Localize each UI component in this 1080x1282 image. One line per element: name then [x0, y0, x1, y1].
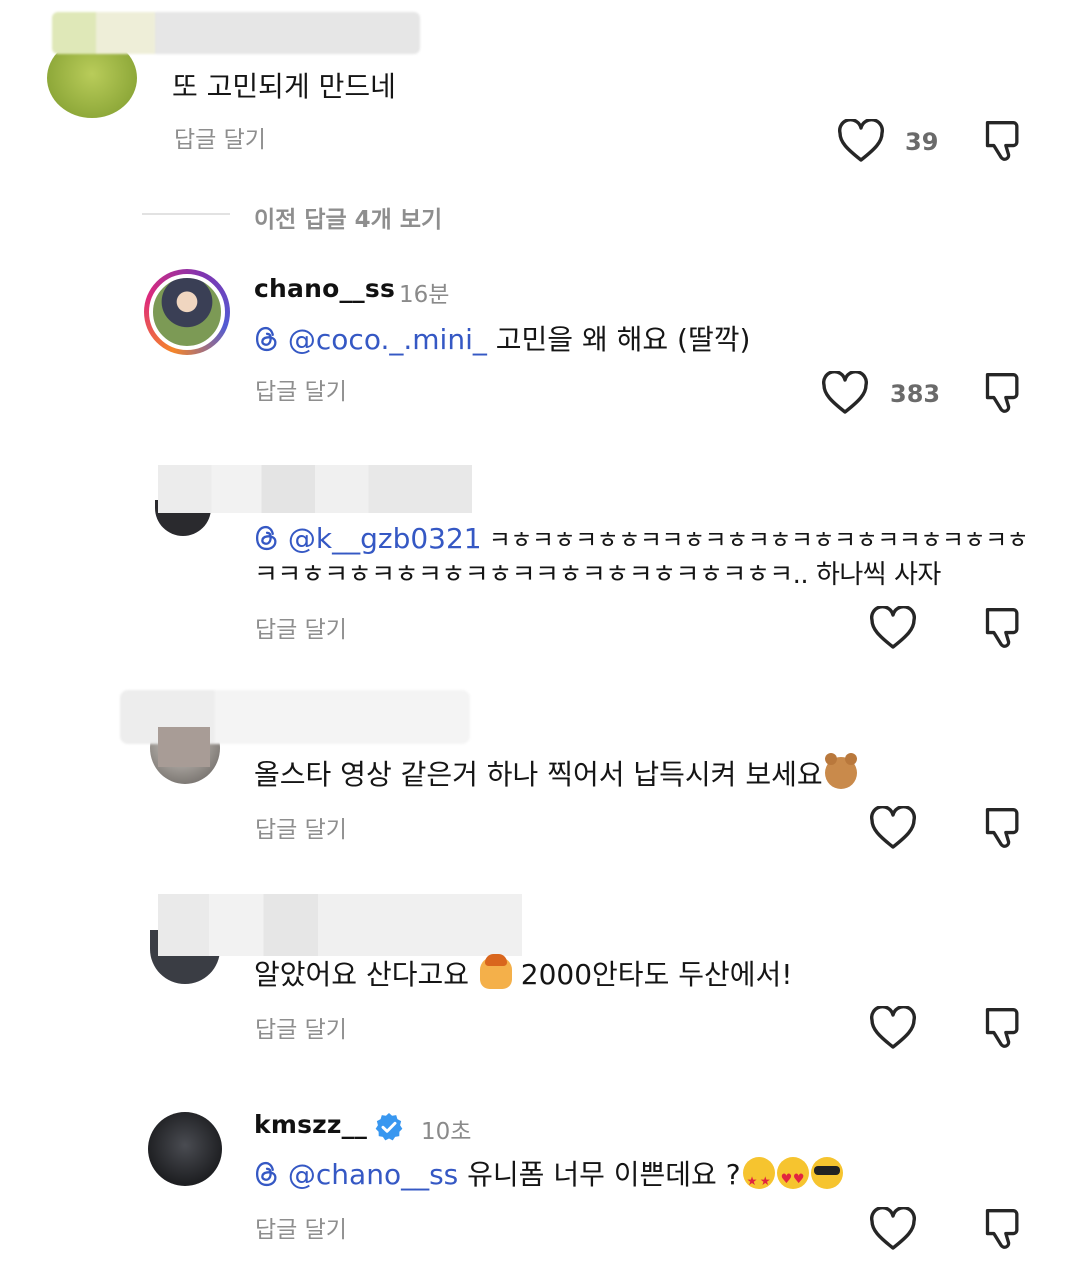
comment-body: 유니폼 너무 이쁜데요 ? — [458, 1158, 741, 1191]
commenter-avatar[interactable] — [148, 1112, 222, 1186]
reply-button[interactable]: 답글 달기 — [174, 120, 266, 154]
reply-button[interactable]: 답글 달기 — [255, 810, 347, 844]
heart-icon[interactable] — [868, 606, 918, 650]
threads-icon — [254, 323, 288, 356]
comment-text: 또 고민되게 만드네 — [172, 70, 396, 103]
comment-text: @coco._.mini_ 고민을 왜 해요 (딸깍) — [254, 321, 750, 358]
verified-badge-icon — [375, 1113, 403, 1141]
threads-icon — [254, 522, 288, 555]
comment-body-line2: ㅋㅋㅎㅋㅎㅋㅎㅋㅎㅋㅎㅋㅋㅎㅋㅎㅋㅎㅋㅎㅋㅎㅋ.. 하나씩 사자 — [254, 560, 941, 590]
comment-body-b: 2000안타도 두산에서! — [511, 958, 793, 991]
redacted-username — [158, 465, 472, 513]
username[interactable]: chano__ss — [254, 274, 395, 303]
timestamp: 10초 — [421, 1119, 472, 1145]
thumbs-down-icon[interactable] — [982, 118, 1026, 164]
mention-link[interactable]: @chano__ss — [288, 1158, 458, 1191]
mention-link[interactable]: @k__gzb0321 — [288, 522, 482, 555]
heart-eyes-icon — [776, 1157, 809, 1198]
comment-body-a: 알았어요 산다고요 — [254, 958, 478, 991]
redacted-block — [158, 727, 210, 767]
bear-face-icon — [824, 753, 857, 789]
reply-button[interactable]: 답글 달기 — [255, 1010, 347, 1044]
sunglasses-icon — [810, 1157, 843, 1189]
comment-body: 올스타 영상 같은거 하나 찍어서 납득시켜 보세요 — [254, 758, 823, 791]
comment-text: @chano__ss 유니폼 너무 이쁜데요 ? ★ ★ — [254, 1156, 843, 1198]
reply-button[interactable]: 답글 달기 — [255, 372, 347, 406]
heart-icon[interactable] — [820, 371, 870, 415]
heart-icon[interactable] — [868, 1006, 918, 1050]
heart-icon[interactable] — [836, 119, 886, 163]
thumbs-down-icon[interactable] — [982, 1206, 1026, 1252]
threads-icon — [254, 1158, 288, 1191]
timestamp: 16분 — [399, 282, 450, 308]
star-struck-icon: ★ ★ — [742, 1157, 775, 1189]
person-facepalming-icon — [479, 954, 512, 989]
redacted-username — [158, 894, 522, 956]
comments-panel: 또 고민되게 만드네 답글 달기 39 이전 답글 4개 보기 chano__s… — [0, 0, 1080, 1282]
view-previous-replies-button[interactable]: 이전 답글 4개 보기 — [254, 200, 442, 234]
reply-button[interactable]: 답글 달기 — [255, 610, 347, 644]
comment-body-line1: ㅋㅎㅋㅎㅋㅎㅎㅋㅋㅎㅋㅎㅋㅎㅋㅎㅋㅎㅋㅋㅎㅋㅎㅋㅎ — [481, 526, 1029, 554]
mention-link[interactable]: @coco._.mini_ — [288, 323, 487, 356]
thumbs-down-icon[interactable] — [982, 805, 1026, 851]
comment-text: @k__gzb0321 ㅋㅎㅋㅎㅋㅎㅎㅋㅋㅎㅋㅎㅋㅎㅋㅎㅋㅎㅋㅋㅎㅋㅎㅋㅎ — [254, 520, 1029, 559]
comment-text: 올스타 영상 같은거 하나 찍어서 납득시켜 보세요 — [254, 753, 857, 793]
thumbs-down-icon[interactable] — [982, 605, 1026, 651]
story-ring-avatar[interactable] — [144, 269, 230, 355]
thumbs-down-icon[interactable] — [982, 1005, 1026, 1051]
comment-text: 알았어요 산다고요 2000안타도 두산에서! — [254, 954, 793, 993]
like-count: 383 — [890, 380, 941, 408]
heart-icon[interactable] — [868, 1207, 918, 1251]
like-count: 39 — [905, 128, 939, 156]
heart-icon[interactable] — [868, 806, 918, 850]
thumbs-down-icon[interactable] — [982, 370, 1026, 416]
comment-body: 고민을 왜 해요 (딸깍) — [486, 323, 751, 356]
reply-button[interactable]: 답글 달기 — [255, 1210, 347, 1244]
redacted-username — [52, 12, 420, 54]
divider — [142, 213, 230, 215]
username[interactable]: kmszz__ — [254, 1110, 367, 1139]
